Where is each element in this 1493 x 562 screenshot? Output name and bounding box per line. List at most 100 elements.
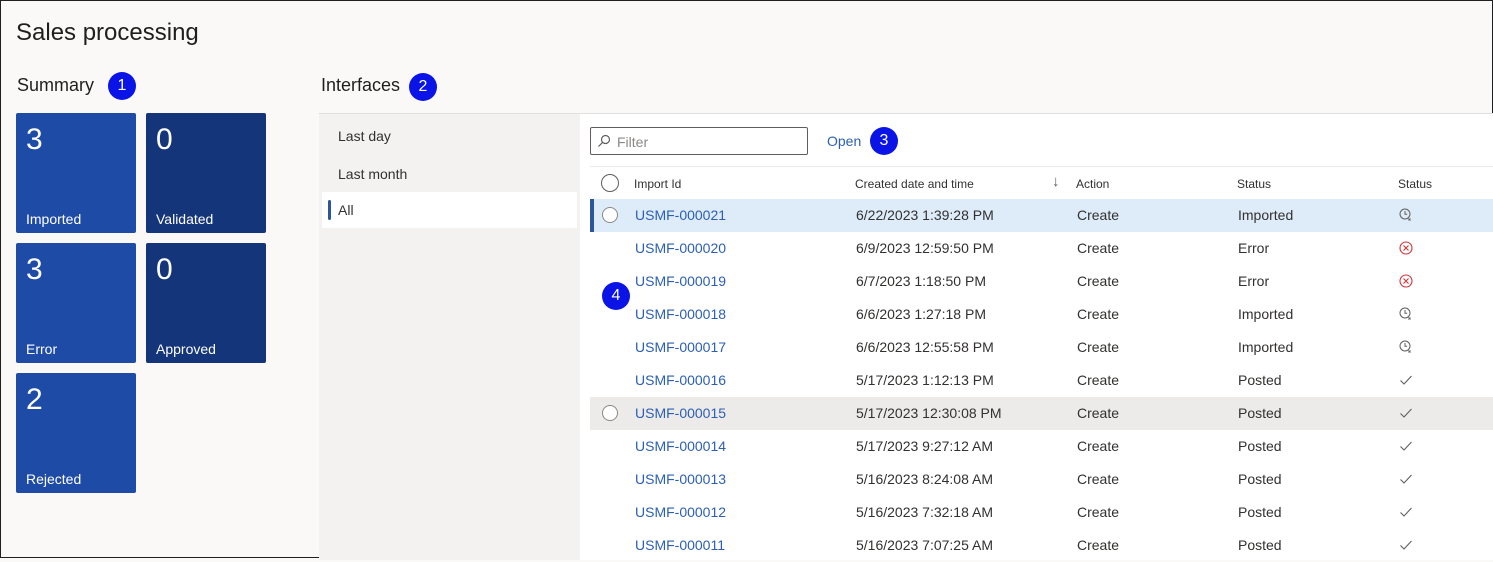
- check-icon: [1398, 438, 1414, 454]
- tile-approved[interactable]: 0 Approved: [146, 243, 266, 363]
- created-date: 5/16/2023 7:32:18 AM: [856, 504, 993, 520]
- table-row[interactable]: USMF-000020 6/9/2023 12:59:50 PM Create Err…: [590, 232, 1493, 265]
- nav-item-last-day[interactable]: Last day: [322, 118, 577, 154]
- interfaces-panel: Last day Last month All Open 3 Import Id…: [319, 113, 1493, 560]
- created-date: 6/6/2023 12:55:58 PM: [856, 339, 994, 355]
- table-row[interactable]: USMF-000017 6/6/2023 12:55:58 PM Create Imp…: [590, 331, 1493, 364]
- action-value: Create: [1077, 306, 1120, 322]
- check-icon: [1398, 471, 1414, 487]
- callout-badge-2: 2: [409, 73, 437, 101]
- import-id-link[interactable]: USMF-000020: [635, 240, 726, 256]
- tile-imported[interactable]: 3 Imported: [16, 113, 136, 233]
- import-id-link[interactable]: USMF-000021: [635, 207, 726, 223]
- tile-error[interactable]: 3 Error: [16, 243, 136, 363]
- status-text: Posted: [1238, 438, 1282, 454]
- tile-rejected[interactable]: 2 Rejected: [16, 373, 136, 493]
- status-text: Posted: [1238, 471, 1282, 487]
- status-text: Posted: [1238, 504, 1282, 520]
- table-row[interactable]: USMF-000012 5/16/2023 7:32:18 AM Create Pos…: [590, 496, 1493, 529]
- filter-input[interactable]: [615, 130, 804, 154]
- status-text: Imported: [1238, 207, 1294, 223]
- error-icon: [1398, 273, 1414, 289]
- callout-badge-4: 4: [602, 282, 630, 310]
- tile-label: Rejected: [26, 471, 82, 487]
- status-text: Imported: [1238, 339, 1294, 355]
- interfaces-title: Interfaces: [321, 75, 401, 95]
- column-header-action[interactable]: Action: [1076, 177, 1109, 191]
- import-id-link[interactable]: USMF-000019: [635, 273, 726, 289]
- import-id-link[interactable]: USMF-000012: [635, 504, 726, 520]
- table-row[interactable]: USMF-000019 6/7/2023 1:18:50 PM Create Erro…: [590, 265, 1493, 298]
- tile-label: Approved: [156, 341, 216, 357]
- nav-item-last-month[interactable]: Last month: [322, 156, 577, 192]
- action-value: Create: [1077, 372, 1120, 388]
- column-header-status-icon[interactable]: Status: [1398, 177, 1432, 191]
- clock-icon: [1398, 306, 1414, 322]
- table-row[interactable]: USMF-000011 5/16/2023 7:07:25 AM Create Pos…: [590, 529, 1493, 562]
- tile-label: Imported: [26, 211, 82, 227]
- created-date: 5/16/2023 8:24:08 AM: [856, 471, 993, 487]
- check-icon: [1398, 537, 1414, 553]
- created-date: 6/7/2023 1:18:50 PM: [856, 273, 986, 289]
- table-row[interactable]: USMF-000018 6/6/2023 1:27:18 PM Create Impo…: [590, 298, 1493, 331]
- action-value: Create: [1077, 471, 1120, 487]
- open-button[interactable]: Open: [827, 133, 861, 149]
- column-header-import-id[interactable]: Import Id: [634, 177, 681, 191]
- tile-count: 3: [26, 123, 43, 156]
- table-row[interactable]: USMF-000016 5/17/2023 1:12:13 PM Create Pos…: [590, 364, 1493, 397]
- nav-item-all[interactable]: All: [322, 192, 577, 228]
- table-row[interactable]: USMF-000015 5/17/2023 12:30:08 PM Create Po…: [590, 397, 1493, 430]
- import-id-link[interactable]: USMF-000018: [635, 306, 726, 322]
- created-date: 5/17/2023 12:30:08 PM: [856, 405, 1002, 421]
- created-date: 5/17/2023 1:12:13 PM: [856, 372, 994, 388]
- row-select-radio[interactable]: [602, 207, 618, 223]
- table-row[interactable]: USMF-000021 6/22/2023 1:39:28 PM Create Imp…: [590, 199, 1493, 232]
- action-value: Create: [1077, 537, 1120, 553]
- status-text: Error: [1238, 273, 1270, 289]
- row-select-radio[interactable]: [602, 405, 618, 421]
- action-value: Create: [1077, 207, 1120, 223]
- column-header-status-text[interactable]: Status: [1237, 177, 1271, 191]
- action-value: Create: [1077, 339, 1120, 355]
- page-title: Sales processing: [16, 19, 199, 46]
- callout-badge-1: 1: [108, 72, 136, 100]
- tile-validated[interactable]: 0 Validated: [146, 113, 266, 233]
- action-value: Create: [1077, 405, 1120, 421]
- import-id-link[interactable]: USMF-000014: [635, 438, 726, 454]
- clock-icon: [1398, 207, 1414, 223]
- check-icon: [1398, 372, 1414, 388]
- created-date: 6/9/2023 12:59:50 PM: [856, 240, 994, 256]
- check-icon: [1398, 405, 1414, 421]
- tile-count: 3: [26, 253, 43, 286]
- grid-header: Import Id Created date and time ↓ Action…: [590, 166, 1493, 201]
- select-all-radio[interactable]: [601, 174, 619, 192]
- import-id-link[interactable]: USMF-000013: [635, 471, 726, 487]
- created-date: 6/6/2023 1:27:18 PM: [856, 306, 986, 322]
- import-id-link[interactable]: USMF-000016: [635, 372, 726, 388]
- filter-field[interactable]: [590, 127, 808, 155]
- tile-count: 0: [156, 253, 173, 286]
- status-text: Posted: [1238, 405, 1282, 421]
- status-text: Posted: [1238, 537, 1282, 553]
- created-date: 5/17/2023 9:27:12 AM: [856, 438, 993, 454]
- tile-label: Validated: [156, 211, 214, 227]
- sort-descending-icon[interactable]: ↓: [1052, 173, 1060, 190]
- callout-badge-3: 3: [870, 127, 898, 155]
- import-id-link[interactable]: USMF-000017: [635, 339, 726, 355]
- action-value: Create: [1077, 438, 1120, 454]
- grid-area: Open 3 Import Id Created date and time ↓…: [580, 114, 1493, 560]
- created-date: 5/16/2023 7:07:25 AM: [856, 537, 993, 553]
- tile-count: 2: [26, 383, 43, 416]
- import-id-link[interactable]: USMF-000015: [635, 405, 726, 421]
- error-icon: [1398, 240, 1414, 256]
- import-id-link[interactable]: USMF-000011: [635, 537, 725, 553]
- tile-label: Error: [26, 341, 58, 357]
- action-value: Create: [1077, 273, 1120, 289]
- table-row[interactable]: USMF-000014 5/17/2023 9:27:12 AM Create Pos…: [590, 430, 1493, 463]
- clock-icon: [1398, 339, 1414, 355]
- column-header-created[interactable]: Created date and time: [855, 177, 974, 191]
- table-row[interactable]: USMF-000013 5/16/2023 8:24:08 AM Create Pos…: [590, 463, 1493, 496]
- status-text: Imported: [1238, 306, 1294, 322]
- summary-title: Summary: [17, 75, 95, 95]
- created-date: 6/22/2023 1:39:28 PM: [856, 207, 994, 223]
